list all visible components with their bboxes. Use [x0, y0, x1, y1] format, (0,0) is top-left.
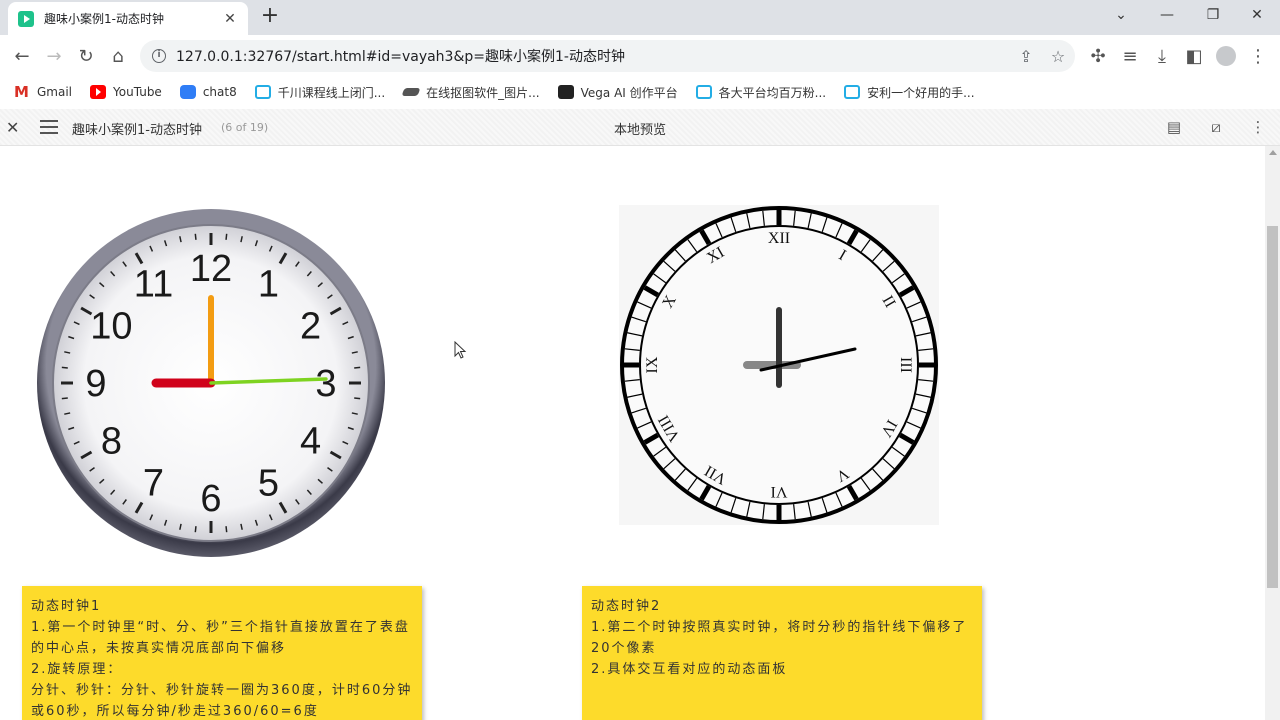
bilibili-icon — [695, 85, 712, 99]
gmail-icon: M — [14, 83, 29, 101]
back-arrow-icon[interactable]: ← — [8, 42, 36, 70]
bookmark-chat8[interactable]: chat8 — [179, 85, 237, 99]
chat-icon — [179, 85, 196, 99]
bookmark-anli[interactable]: 安利一个好用的手... — [844, 84, 975, 101]
url-text[interactable]: 127.0.0.1:32767/start.html#id=vayah3&p=趣… — [176, 46, 625, 66]
sticky-note-clock-2: 动态时钟2 1.第二个时钟按照真实时钟，将时分秒的指针线下偏移了20个像素 2.… — [582, 586, 982, 720]
clock-1-tick — [194, 233, 197, 240]
inspect-icon[interactable]: ⧄ — [1208, 118, 1224, 136]
restore-button[interactable]: ❐ — [1190, 0, 1236, 30]
minimize-button[interactable]: — — [1144, 0, 1190, 30]
bookmark-qianchuan[interactable]: 千川课程线上闭门... — [254, 84, 386, 101]
prototype-canvas: 12 1 2 3 4 5 6 7 8 9 10 11 XII I II III IV V VI VII VIII IX X… — [0, 146, 1265, 720]
sticky-note-clock-1: 动态时钟1 1.第一个时钟里“时、分、秒”三个指针直接放置在了表盘的中心点，未按… — [22, 586, 422, 720]
tab-close-icon[interactable]: ✕ — [222, 11, 238, 27]
note-line: 1.第一个时钟里“时、分、秒”三个指针直接放置在了表盘的中心点，未按真实情况底部… — [31, 620, 410, 656]
clock-1-tick — [354, 397, 361, 400]
browser-toolbar: ← → ↻ ⌂ i 127.0.0.1:32767/start.html#id=… — [0, 35, 1280, 77]
notes-icon[interactable]: ▤ — [1166, 118, 1182, 136]
mouse-cursor-icon — [454, 341, 467, 359]
clock-1-numeral: 10 — [90, 306, 132, 348]
analog-clock-1: 12 12 3 45678 9 1011 — [37, 209, 385, 557]
clock-1-tick — [225, 233, 228, 240]
note-line: 分针、秒针：分针、秒针旋转一圈为360度，计时60分钟或60秒，所以每分钟/秒走… — [31, 683, 413, 719]
note-line: 2.旋转原理： — [31, 662, 123, 677]
bookmark-vega[interactable]: Vega AI 创作平台 — [557, 84, 678, 101]
note-line: 2.具体交互看对应的动态面板 — [591, 662, 788, 677]
bookmark-platforms[interactable]: 各大平台均百万粉... — [695, 84, 827, 101]
tab-title: 趣味小案例1-动态时钟 — [44, 12, 164, 26]
bilibili-icon — [254, 85, 271, 99]
clock-1-numeral: 7 — [143, 463, 164, 505]
clock-1-numeral: 4 — [300, 421, 321, 463]
vega-icon — [557, 85, 574, 99]
clock-1-tick — [194, 526, 197, 533]
clock-1-tick — [354, 366, 361, 369]
analog-clock-2: XIIIIIIIIIVVVIVIIVIIIIXXXI — [619, 205, 939, 525]
note-line: 动态时钟1 — [31, 599, 102, 614]
bookmarks-bar: M Gmail YouTube chat8 千川课程线上闭门... 在线抠图软件… — [0, 77, 1280, 107]
clock-1-numeral: 9 — [85, 363, 106, 405]
bookmark-label: chat8 — [202, 85, 237, 99]
bookmark-koutu[interactable]: 在线抠图软件_图片... — [401, 84, 540, 101]
clock-2-numeral: IX — [644, 356, 661, 373]
clock-2-numeral: VI — [771, 483, 788, 500]
new-tab-button[interactable]: + — [258, 4, 282, 30]
scroll-thumb[interactable] — [1267, 226, 1278, 588]
active-tab[interactable]: 趣味小案例1-动态时钟 ✕ — [8, 2, 248, 35]
clock-1-numeral: 8 — [101, 421, 122, 463]
bookmark-star-icon[interactable]: ☆ — [1047, 46, 1069, 68]
forward-arrow-icon[interactable]: → — [40, 42, 68, 70]
clock-1-numeral: 6 — [200, 478, 221, 520]
bookmark-label: 在线抠图软件_图片... — [426, 85, 540, 100]
address-bar[interactable]: i 127.0.0.1:32767/start.html#id=vayah3&p… — [140, 40, 1075, 72]
download-icon[interactable]: ⤓ — [1148, 42, 1176, 70]
clock-1-tick — [225, 526, 228, 533]
bookmark-label: 各大平台均百万粉... — [718, 85, 827, 100]
preview-label: 本地预览 — [613, 123, 666, 138]
profile-avatar-icon[interactable] — [1212, 42, 1240, 70]
clock-1-numeral: 11 — [134, 263, 173, 305]
clock-2-numeral: III — [897, 357, 914, 373]
bookmark-label: 安利一个好用的手... — [867, 85, 975, 100]
site-info-icon[interactable]: i — [152, 49, 166, 63]
youtube-icon — [90, 85, 107, 99]
reading-list-icon[interactable]: ≡ — [1116, 42, 1144, 70]
clock-1-numeral: 2 — [300, 306, 321, 348]
bookmark-label: 千川课程线上闭门... — [277, 85, 386, 100]
layers-icon — [401, 88, 421, 96]
bookmark-label: Vega AI 创作平台 — [580, 85, 678, 100]
clock-2-numeral: XII — [768, 230, 790, 247]
bookmark-gmail[interactable]: M Gmail — [14, 83, 72, 101]
clock-1-numeral: 5 — [258, 463, 279, 505]
bilibili-icon — [844, 85, 861, 99]
extensions-icon[interactable]: ✣ — [1084, 42, 1112, 70]
close-window-button[interactable]: ✕ — [1234, 0, 1280, 30]
clock-1-tick — [61, 397, 68, 400]
clock-1-numeral: 3 — [315, 363, 336, 405]
home-icon[interactable]: ⌂ — [104, 42, 132, 70]
bookmark-label: Gmail — [37, 85, 73, 99]
page-scrollbar[interactable] — [1265, 146, 1280, 720]
clock-1-tick — [61, 366, 68, 369]
scroll-up-arrow-icon[interactable] — [1269, 150, 1277, 155]
browser-title-bar: 趣味小案例1-动态时钟 ✕ + ⌄ — ❐ ✕ — [0, 0, 1280, 35]
tab-search-icon[interactable]: ⌄ — [1098, 0, 1144, 30]
tab-favicon-icon — [18, 10, 34, 27]
bookmark-youtube[interactable]: YouTube — [90, 85, 162, 99]
share-icon[interactable]: ⇪ — [1015, 46, 1037, 68]
side-panel-icon[interactable]: ◧ — [1180, 42, 1208, 70]
reload-icon[interactable]: ↻ — [72, 42, 100, 70]
bookmark-label: YouTube — [113, 85, 162, 99]
clock-1-numeral: 1 — [258, 263, 279, 305]
viewer-more-icon[interactable]: ⋮ — [1250, 118, 1266, 136]
note-line: 动态时钟2 — [591, 599, 662, 614]
prototype-viewer-bar: ✕ 趣味小案例1-动态时钟 (6 of 19) 本地预览 ▤ ⧄ ⋮ — [0, 109, 1280, 146]
note-line: 1.第二个时钟按照真实时钟，将时分秒的指针线下偏移了20个像素 — [591, 620, 968, 656]
browser-menu-icon[interactable]: ⋮ — [1244, 42, 1272, 70]
clock-1-numeral: 12 — [190, 248, 232, 290]
